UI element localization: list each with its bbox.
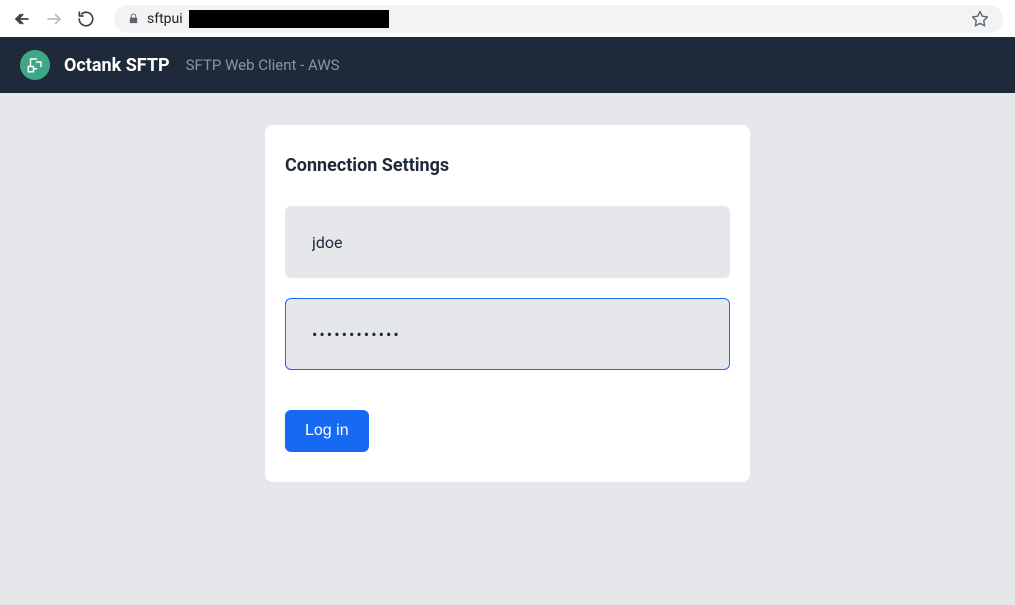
app-title: Octank SFTP: [64, 55, 170, 76]
password-input[interactable]: [285, 298, 730, 370]
reload-icon: [77, 10, 95, 28]
browser-toolbar: sftpui: [0, 0, 1015, 37]
transfer-icon: [26, 56, 44, 74]
forward-button[interactable]: [44, 9, 64, 29]
url-text: sftpui: [147, 11, 183, 27]
main-content: Connection Settings Log in: [0, 93, 1015, 605]
app-header: Octank SFTP SFTP Web Client - AWS: [0, 37, 1015, 93]
reload-button[interactable]: [76, 9, 96, 29]
arrow-right-icon: [45, 10, 63, 28]
app-subtitle: SFTP Web Client - AWS: [186, 56, 340, 74]
url-redacted-block: [189, 10, 389, 28]
card-title: Connection Settings: [285, 155, 730, 176]
app-logo: [20, 50, 50, 80]
lock-icon: [128, 12, 139, 25]
address-bar[interactable]: sftpui: [114, 5, 1003, 33]
back-button[interactable]: [12, 9, 32, 29]
bookmark-star-icon[interactable]: [971, 10, 989, 28]
login-button[interactable]: Log in: [285, 410, 369, 452]
username-input[interactable]: [285, 206, 730, 278]
arrow-left-icon: [13, 10, 31, 28]
login-card: Connection Settings Log in: [265, 125, 750, 482]
